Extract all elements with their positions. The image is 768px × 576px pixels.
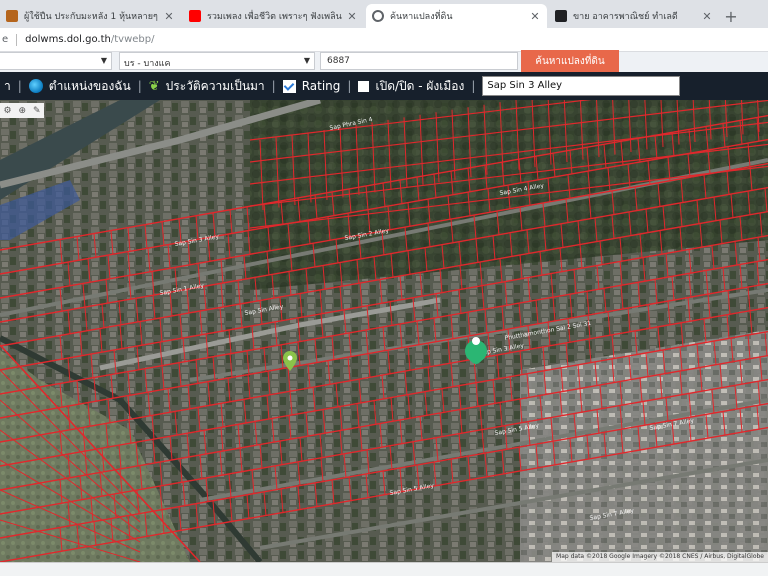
address-bar[interactable]: e dolwms.dol.go.th/tvwebp/	[0, 28, 768, 52]
toolbar-divider: |	[471, 79, 476, 93]
sprout-icon: ❦	[148, 78, 160, 94]
globe-icon	[28, 79, 43, 93]
tab-close-icon[interactable]: ✕	[529, 10, 541, 23]
tab-title: รวมเพลง เพื่อชีวิต เพราะๆ ฟังเพลิน	[207, 12, 342, 22]
district-select[interactable]: ▼	[0, 52, 112, 70]
map-toolbar: า | ตำแหน่งของฉัน | ❦ ประวัติความเป็นมา …	[0, 72, 768, 100]
checkbox-checked-icon	[282, 79, 296, 93]
gear-icon[interactable]: ⚙	[3, 106, 11, 116]
browser-bottom-bar	[0, 562, 768, 576]
checkbox-unchecked-icon	[358, 80, 370, 92]
pencil-icon[interactable]: ✎	[33, 106, 41, 116]
toolbar-divider: |	[271, 79, 276, 93]
toolbar-item-label: Rating	[301, 79, 341, 93]
browser-tab[interactable]: รวมเพลง เพื่อชีวิต เพราะๆ ฟังเพลิน ✕	[183, 4, 364, 28]
tab-close-icon[interactable]: ✕	[346, 10, 358, 23]
toolbar-divider: |	[137, 79, 142, 93]
tab-title: ผู้ใช้ปืน ประกับมะหลัง 1 หุ้นหลายๆ	[24, 12, 158, 22]
map-canvas[interactable]: Sap Phra Sin 4Sap Sin 3 Alley Sap Sin 2 A…	[0, 100, 768, 562]
parcel-search-form: ▼ บร - บางแค ▼ 6887 ค้นหาแปลงที่ดิน	[0, 50, 768, 72]
toolbar-divider: |	[347, 79, 352, 93]
tab-favicon-icon	[555, 10, 567, 22]
url-text[interactable]: dolwms.dol.go.th/tvwebp/	[25, 34, 154, 45]
search-parcel-button[interactable]: ค้นหาแปลงที่ดิน	[521, 50, 619, 72]
toolbar-item-city-plan-toggle[interactable]: เปิด/ปิด - ผังเมือง	[354, 72, 468, 100]
toolbar-item-label: ตำแหน่งของฉัน	[48, 78, 131, 93]
place-search-input[interactable]: Sap Sin 3 Alley	[482, 76, 681, 96]
browser-tab[interactable]: ผู้ใช้ปืน ประกับมะหลัง 1 หุ้นหลายๆ ✕	[0, 4, 181, 28]
url-host: dolwms.dol.go.th	[25, 34, 111, 45]
tab-favicon-icon	[372, 10, 384, 22]
url-path: /tvwebp/	[110, 34, 155, 45]
browser-tab[interactable]: ขาย อาคารพาณิชย์ ทำเลดี ✕	[549, 4, 719, 28]
parcel-number-input[interactable]: 6887	[320, 52, 518, 70]
tab-title: ค้นหาแปลงที่ดิน	[390, 12, 453, 22]
map-controls: ⚙ ⊕ ✎	[0, 103, 44, 118]
zoom-icon[interactable]: ⊕	[18, 106, 26, 116]
browser-tab-active[interactable]: ค้นหาแปลงที่ดิน ✕	[366, 4, 547, 28]
tab-close-icon[interactable]: ✕	[701, 10, 713, 23]
toolbar-item-rating[interactable]: Rating	[279, 72, 345, 100]
toolbar-item-my-location[interactable]: ตำแหน่งของฉัน	[25, 72, 135, 100]
youtube-icon	[189, 10, 201, 22]
toolbar-divider: |	[17, 79, 22, 93]
tab-title: ขาย อาคารพาณิชย์ ทำเลดี	[573, 12, 678, 22]
toolbar-item-label: ประวัติความเป็นมา	[165, 78, 265, 93]
satellite-map[interactable]: Sap Phra Sin 4 Sap Sin 3 Alley Sap Sin 2 A…	[0, 100, 768, 562]
map-attribution: Map data ©2018 Google Imagery ©2018 CNES…	[552, 552, 768, 562]
toolbar-item-menu[interactable]: า	[0, 72, 15, 100]
url-fragment: e	[2, 34, 9, 45]
subdistrict-select[interactable]: บร - บางแค ▼	[119, 52, 315, 70]
toolbar-item-history[interactable]: ❦ ประวัติความเป็นมา	[145, 72, 269, 100]
toolbar-item-label: า	[4, 78, 11, 93]
chevron-down-icon: ▼	[100, 56, 107, 65]
url-divider	[16, 33, 18, 46]
new-tab-button[interactable]: +	[721, 4, 741, 28]
subdistrict-value: บร - บางแค	[124, 59, 171, 69]
tab-favicon-icon	[6, 10, 18, 22]
chevron-down-icon: ▼	[303, 56, 310, 65]
dense-roof-area	[520, 330, 768, 562]
tab-close-icon[interactable]: ✕	[163, 10, 175, 23]
browser-tab-strip: ผู้ใช้ปืน ประกับมะหลัง 1 หุ้นหลายๆ ✕ รวม…	[0, 0, 768, 28]
toolbar-item-label: เปิด/ปิด - ผังเมือง	[375, 78, 465, 93]
